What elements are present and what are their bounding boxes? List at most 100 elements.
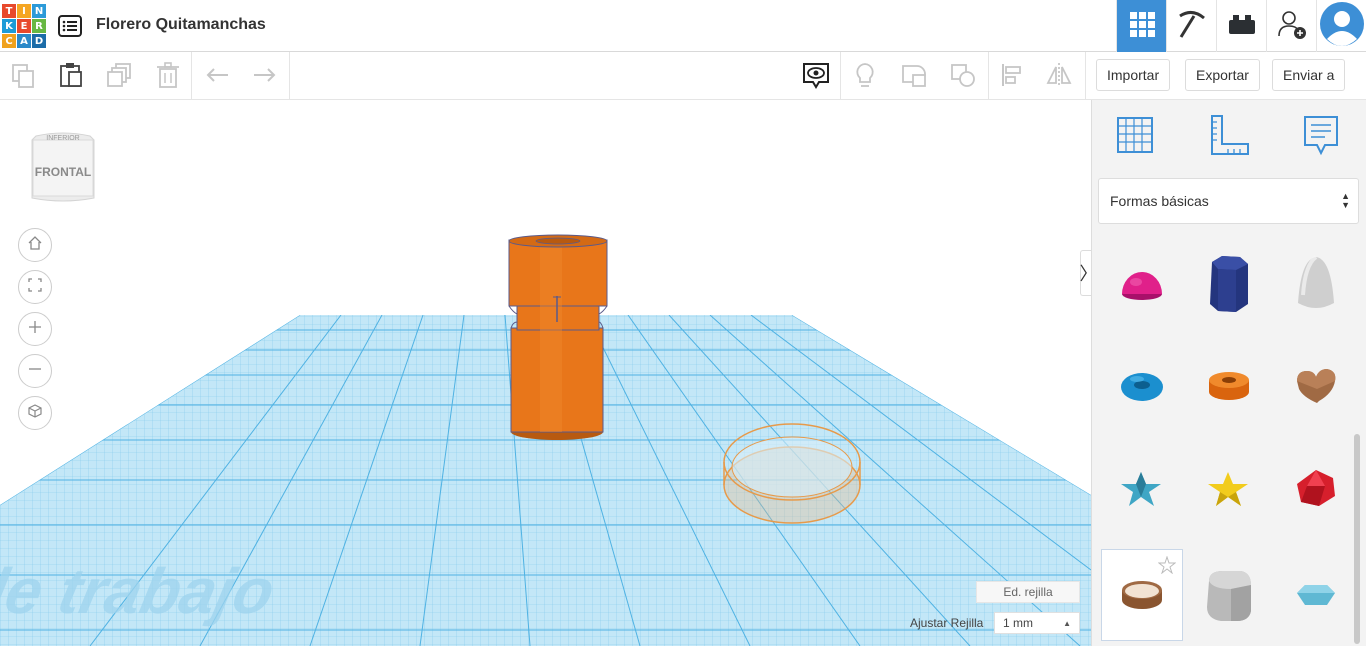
logo-letter: I (17, 4, 31, 18)
shape-star-yellow[interactable] (1188, 442, 1270, 534)
star-yellow-icon (1208, 472, 1248, 506)
group-button[interactable] (897, 60, 931, 94)
shape-half-sphere[interactable] (1101, 238, 1183, 330)
export-button[interactable]: Exportar (1185, 59, 1260, 91)
duplicate-button[interactable] (103, 60, 137, 94)
workplane-tool-button[interactable] (1112, 114, 1158, 160)
shape-category-select[interactable]: Formas básicas ▲ ▼ (1098, 178, 1359, 224)
edit-toolbar: Importar Exportar Enviar a (0, 52, 1366, 100)
add-user-icon (1276, 8, 1308, 45)
fit-view-button[interactable] (18, 270, 52, 304)
shape-tube[interactable] (1188, 340, 1270, 432)
profile-avatar[interactable] (1316, 0, 1366, 52)
paste-button[interactable] (54, 60, 88, 94)
redo-button[interactable] (247, 60, 281, 94)
panel-scrollbar[interactable] (1354, 434, 1360, 644)
workplane-watermark: Plano de trabajo (0, 555, 281, 627)
design-title[interactable]: Florero Quitamanchas (96, 16, 266, 34)
logo-letter: N (32, 4, 46, 18)
bricks-view-button[interactable] (1216, 0, 1266, 52)
shape-category-label: Formas básicas (1110, 193, 1209, 209)
align-icon (998, 61, 1026, 94)
zoom-out-button[interactable] (18, 354, 52, 388)
logo-letter: A (17, 34, 31, 48)
trash-icon (154, 61, 182, 94)
logo-letter: R (32, 19, 46, 33)
shape-round-roof[interactable] (1188, 549, 1270, 641)
shape-heart[interactable] (1275, 340, 1357, 432)
avatar-icon (1319, 1, 1365, 52)
notes-toggle-button[interactable] (799, 60, 833, 94)
undo-icon (204, 61, 232, 94)
mirror-button[interactable] (1042, 60, 1076, 94)
hint-button[interactable] (848, 60, 882, 94)
tinkercad-editor: T I N K E R C A D Florero Quitamanchas I… (0, 0, 1366, 646)
eye-comment-icon (801, 60, 831, 95)
heart-icon (1297, 369, 1336, 403)
delete-button[interactable] (151, 60, 185, 94)
grid-icon (1128, 10, 1156, 43)
top-header: T I N K E R C A D Florero Quitamanchas (0, 0, 1366, 52)
ungroup-button[interactable] (946, 60, 980, 94)
shape-paraboloid[interactable] (1275, 238, 1357, 330)
logo-letter: T (2, 4, 16, 18)
duplicate-icon (106, 61, 134, 94)
align-button[interactable] (995, 60, 1029, 94)
home-view-button[interactable] (18, 228, 52, 262)
copy-icon (9, 61, 37, 94)
snap-grid-select[interactable]: 1 mm ▲ (994, 612, 1080, 634)
edit-grid-button[interactable]: Ed. rejilla (976, 581, 1080, 603)
logo-letter: E (17, 19, 31, 33)
vase-object[interactable] (508, 234, 608, 440)
shapes-panel: Formas básicas ▲ ▼ (1091, 100, 1366, 646)
home-icon (27, 235, 43, 256)
shape-icosahedron[interactable] (1275, 442, 1357, 534)
cube-icon (27, 403, 43, 424)
workplane-scene: Plano de trabajo (0, 234, 1091, 646)
paste-icon (57, 61, 85, 94)
logo-letter: K (2, 19, 16, 33)
lightbulb-icon (851, 61, 879, 94)
codeblocks-view-button[interactable] (1166, 0, 1216, 52)
workplane-canvas[interactable]: Plano de trabajo (0, 100, 1091, 646)
ortho-view-button[interactable] (18, 396, 52, 430)
snap-grid-value: 1 mm (1003, 616, 1033, 630)
shape-star[interactable] (1101, 442, 1183, 534)
invite-user-button[interactable] (1266, 0, 1316, 52)
group-icon (899, 61, 929, 94)
viewcube-face-label: FRONTAL (35, 165, 91, 179)
torus-icon (1121, 373, 1163, 401)
tinkercad-logo[interactable]: T I N K E R C A D (2, 4, 46, 48)
copy-button[interactable] (6, 60, 40, 94)
import-button[interactable]: Importar (1096, 59, 1171, 91)
ruler-tool-button[interactable] (1206, 114, 1252, 160)
undo-button[interactable] (201, 60, 235, 94)
toolbar-divider (191, 52, 192, 100)
brick-icon (1227, 12, 1257, 41)
fit-view-icon (27, 277, 43, 298)
shape-polygon[interactable] (1188, 238, 1270, 330)
ungroup-icon (948, 61, 978, 94)
favorite-star-icon[interactable] (1157, 555, 1177, 579)
half-sphere-icon (1122, 272, 1162, 300)
design-list-icon[interactable] (58, 14, 82, 38)
shape-ring-selected[interactable] (1101, 549, 1183, 641)
3d-design-view-button[interactable] (1116, 0, 1166, 52)
polygon-icon (1210, 256, 1248, 312)
workplane-grid-icon (1114, 114, 1156, 161)
toolbar-divider (1085, 52, 1086, 100)
tube-icon (1209, 372, 1249, 400)
toolbar-divider (289, 52, 290, 100)
zoom-in-button[interactable] (18, 312, 52, 346)
caret-up-icon: ▲ (1063, 619, 1071, 628)
viewcube-top-label: INFERIOR (46, 135, 79, 142)
redo-icon (250, 61, 278, 94)
shape-torus[interactable] (1101, 340, 1183, 432)
view-cube[interactable]: INFERIOR FRONTAL (30, 132, 96, 204)
select-arrows-icon: ▲ ▼ (1341, 191, 1350, 210)
toolbar-divider (988, 52, 989, 100)
send-to-button[interactable]: Enviar a (1272, 59, 1346, 91)
plus-icon (27, 319, 43, 340)
notes-tool-button[interactable] (1298, 114, 1344, 160)
shape-diamond[interactable] (1275, 549, 1357, 641)
